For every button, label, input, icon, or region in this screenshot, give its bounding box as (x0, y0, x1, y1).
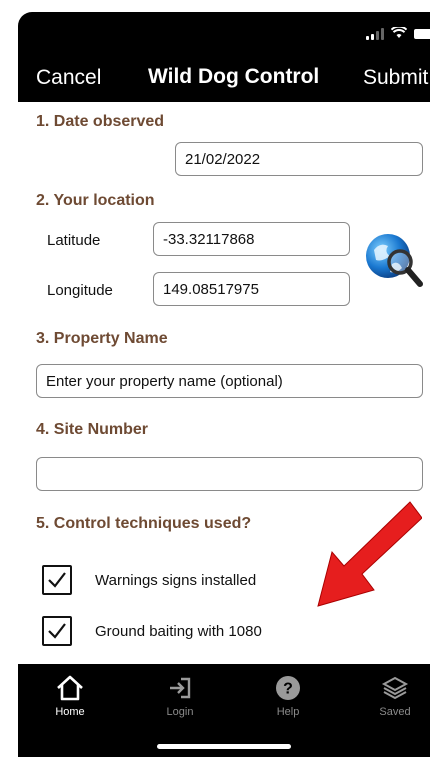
checkmark-icon (48, 572, 66, 588)
tab-home-label: Home (55, 706, 85, 718)
checkmark-icon (48, 623, 66, 639)
tab-login-label: Login (166, 706, 194, 718)
property-section-heading: 3. Property Name (36, 330, 168, 347)
submit-button[interactable]: Submit (363, 66, 428, 90)
tab-login[interactable]: Login (140, 672, 220, 718)
site-number-input[interactable] (36, 457, 423, 491)
saved-icon (381, 676, 409, 700)
login-icon (170, 677, 191, 699)
help-icon: ? (276, 676, 300, 700)
latitude-field[interactable]: -33.32117868 (153, 222, 350, 256)
wifi-icon (390, 25, 408, 40)
page-title: Wild Dog Control (148, 65, 320, 88)
tab-saved[interactable]: Saved (355, 672, 430, 718)
longitude-field[interactable]: 149.08517975 (153, 272, 350, 306)
globe-search-icon[interactable] (364, 230, 424, 290)
nav-bar: Cancel Wild Dog Control Submit (18, 56, 430, 102)
battery-icon (414, 28, 430, 39)
longitude-label: Longitude (47, 282, 113, 299)
frame-top (0, 0, 430, 12)
checkbox-warning-signs[interactable] (42, 565, 72, 595)
property-name-input[interactable]: Enter your property name (optional) (36, 364, 423, 398)
tab-saved-label: Saved (379, 706, 411, 718)
red-arrow-annotation (317, 501, 422, 607)
svg-text:?: ? (283, 681, 293, 698)
warning-signs-label: Warnings signs installed (95, 572, 257, 589)
status-bar (18, 12, 430, 56)
tab-help[interactable]: ? Help (248, 672, 328, 718)
checkbox-ground-baiting[interactable] (42, 616, 72, 646)
tab-bar: Home Login ? Help Saved (18, 664, 430, 757)
latitude-label: Latitude (47, 232, 101, 249)
date-field[interactable]: 21/02/2022 (175, 142, 423, 176)
ground-baiting-label: Ground baiting with 1080 (95, 623, 262, 640)
tab-help-label: Help (276, 706, 300, 718)
tab-home[interactable]: Home (30, 672, 110, 718)
location-section-heading: 2. Your location (36, 192, 155, 209)
home-icon (57, 675, 83, 701)
site-section-heading: 4. Site Number (36, 421, 149, 438)
signal-icon (366, 27, 384, 40)
date-section-heading: 1. Date observed (36, 113, 165, 130)
techniques-section-heading: 5. Control techniques used? (36, 515, 252, 532)
status-icons (366, 25, 430, 40)
cancel-button[interactable]: Cancel (36, 66, 101, 90)
home-indicator[interactable] (157, 744, 291, 749)
